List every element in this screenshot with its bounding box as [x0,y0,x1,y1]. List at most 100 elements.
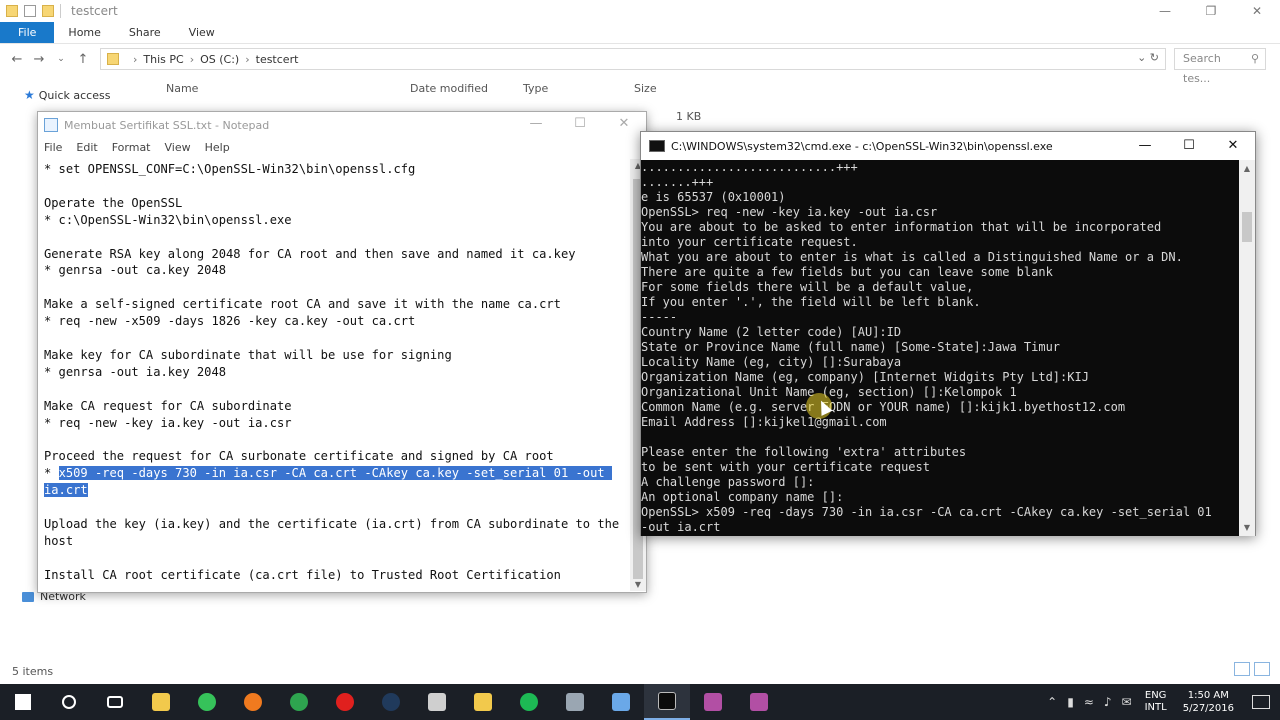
ribbon-tabs: File Home Share View [0,22,1280,44]
scroll-down-icon[interactable]: ▼ [630,580,646,589]
large-icons-view-icon[interactable] [1254,662,1270,676]
file-explorer-icon[interactable] [138,684,184,720]
language-line1: ENG [1144,690,1167,701]
recent-chevron-icon[interactable]: ⌄ [50,54,72,64]
search-icon[interactable] [46,684,92,720]
language-line2: INTL [1144,702,1167,713]
back-arrow-icon[interactable]: ← [6,52,28,67]
chrome-icon[interactable] [276,684,322,720]
breadcrumb-testcert[interactable]: testcert [256,53,299,66]
column-name[interactable]: Name [166,82,198,95]
calendar-app-icon[interactable] [414,684,460,720]
taskbar-icons [0,684,782,720]
notepad-window: Membuat Sertifikat SSL.txt - Notepad — ☐… [37,111,647,593]
close-icon[interactable]: ✕ [1234,0,1280,22]
minimize-icon[interactable]: — [514,112,558,136]
explorer-window-controls: — ❐ ✕ [1142,0,1280,22]
scroll-down-icon[interactable]: ▼ [1239,523,1255,532]
address-bar[interactable]: › This PC › OS (C:) › testcert ⌄ ↻ [100,48,1166,70]
folder-icon[interactable] [460,684,506,720]
refresh-icon[interactable]: ⌄ ↻ [1137,51,1159,64]
breadcrumb-this-pc[interactable]: This PC [143,53,183,66]
tab-share[interactable]: Share [115,22,175,43]
opera-icon[interactable] [322,684,368,720]
cmd-title-bar: C:\WINDOWS\system32\cmd.exe - c:\OpenSSL… [641,132,1255,160]
maximize-icon[interactable]: ☐ [1167,132,1211,160]
notepad-text-tail: Upload the key (ia.key) and the certific… [44,517,620,582]
selected-text: x509 -req -days 730 -in ia.csr -CA ca.cr… [44,466,612,498]
breadcrumb-separator: › [189,52,195,66]
language-indicator[interactable]: ENG INTL [1145,690,1167,714]
column-date-modified[interactable]: Date modified [410,82,488,95]
cmd-title: C:\WINDOWS\system32\cmd.exe - c:\OpenSSL… [671,139,1053,153]
line-icon[interactable] [184,684,230,720]
notepad-title: Membuat Sertifikat SSL.txt - Notepad [64,118,270,132]
menu-help[interactable]: Help [205,138,230,158]
firefox-icon[interactable] [230,684,276,720]
minimize-icon[interactable]: — [1123,132,1167,160]
system-tray: ⌃ ▮ ≈ ♪ ✉ ENG INTL 1:50 AM 5/27/2016 [1042,684,1280,720]
column-size[interactable]: Size [634,82,657,95]
notepad-icon[interactable] [598,684,644,720]
taskbar: ⌃ ▮ ≈ ♪ ✉ ENG INTL 1:50 AM 5/27/2016 [0,684,1280,720]
menu-format[interactable]: Format [112,138,151,158]
cmd-window-controls: — ☐ ✕ [1123,132,1255,160]
search-input[interactable]: Search tes... ⚲ [1174,48,1266,85]
clock-time: 1:50 AM [1187,690,1229,701]
cmd-window: C:\WINDOWS\system32\cmd.exe - c:\OpenSSL… [640,131,1256,536]
spotify-icon[interactable] [506,684,552,720]
tab-view[interactable]: View [175,22,229,43]
maximize-icon[interactable]: ☐ [558,112,602,136]
new-folder-icon[interactable] [42,5,54,17]
notepad-title-bar: Membuat Sertifikat SSL.txt - Notepad — ☐… [38,112,646,138]
network-icon [22,591,34,602]
app-icon[interactable] [552,684,598,720]
properties-icon[interactable] [24,5,36,17]
column-type[interactable]: Type [523,82,548,95]
maximize-icon[interactable]: ❐ [1188,0,1234,22]
task-view-icon[interactable] [92,684,138,720]
wifi-icon[interactable]: ≈ [1084,695,1094,709]
file-size: 1 KB [676,110,702,123]
menu-view[interactable]: View [165,138,191,158]
battery-icon[interactable]: ▮ [1067,695,1074,709]
breadcrumb-drive[interactable]: OS (C:) [200,53,239,66]
scroll-up-icon[interactable]: ▲ [1239,164,1255,173]
details-view-icon[interactable] [1234,662,1250,676]
volume-icon[interactable]: ♪ [1104,695,1112,709]
breadcrumb-separator: › [133,52,138,66]
notepad-text-area[interactable]: * set OPENSSL_CONF=C:\OpenSSL-Win32\bin\… [39,159,629,591]
title-divider [60,4,61,18]
scrollbar-thumb[interactable] [1242,212,1252,242]
menu-file[interactable]: File [44,138,62,158]
up-arrow-icon[interactable]: ↑ [72,52,94,67]
tab-file[interactable]: File [0,22,55,43]
cmd-icon[interactable] [644,684,690,720]
clock[interactable]: 1:50 AM 5/27/2016 [1183,689,1234,715]
desktop: testcert — ❐ ✕ File Home Share View ← → … [0,0,1280,720]
star-icon: ★ [24,88,35,102]
steam-icon[interactable] [368,684,414,720]
cmd-console-output[interactable]: ...........................+++ .......++… [641,160,1240,536]
message-icon[interactable]: ✉ [1122,695,1132,709]
windows-start-icon[interactable] [0,684,46,720]
action-center-icon[interactable] [1252,695,1270,709]
forward-arrow-icon[interactable]: → [28,52,50,67]
cmd-scrollbar[interactable]: ▲ ▼ [1239,160,1255,536]
minimize-icon[interactable]: — [1142,0,1188,22]
notepad-icon [44,118,58,132]
breadcrumb-separator: › [245,52,250,66]
app-icon-2[interactable] [690,684,736,720]
status-item-count: 5 items [12,665,54,678]
app-icon-3[interactable] [736,684,782,720]
folder-icon [6,5,18,17]
menu-edit[interactable]: Edit [76,138,97,158]
view-toggle [1234,662,1270,676]
nav-quick-access[interactable]: ★ Quick access [24,88,110,102]
notepad-text: * set OPENSSL_CONF=C:\OpenSSL-Win32\bin\… [44,162,576,481]
nav-quick-access-label: Quick access [38,88,111,102]
close-icon[interactable]: ✕ [1211,132,1255,160]
search-icon: ⚲ [1250,52,1259,65]
chevron-up-icon[interactable]: ⌃ [1047,695,1057,709]
tab-home[interactable]: Home [54,22,114,43]
